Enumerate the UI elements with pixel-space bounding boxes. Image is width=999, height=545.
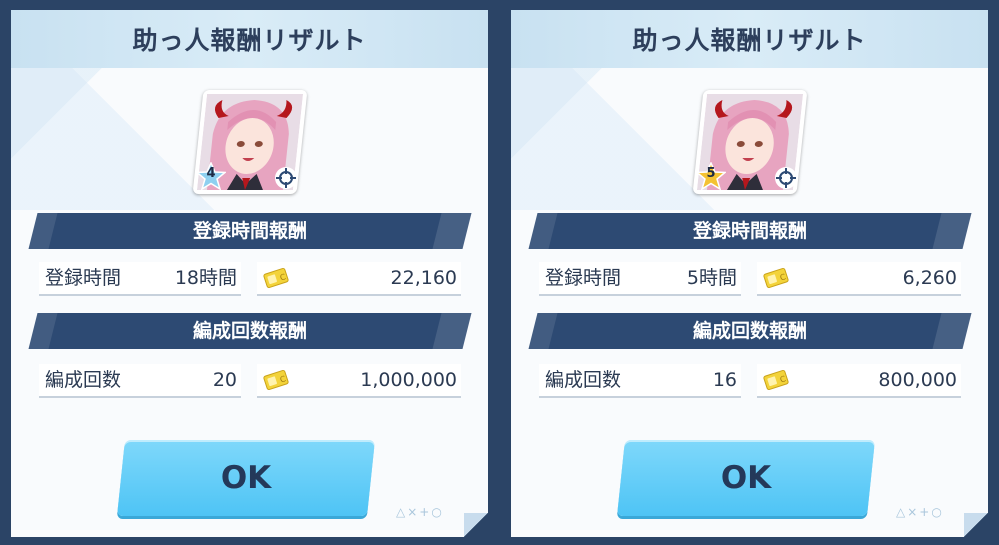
party-reward-amount: 800,000 [878, 369, 957, 391]
controller-button-hints: △×+○ [396, 505, 444, 519]
registration-reward-amount: 6,260 [902, 267, 957, 289]
party-count-label: 編成回数 [545, 369, 622, 391]
party-reward-amount: 1,000,000 [360, 369, 457, 391]
party-count-reward-header: 編成回数報酬 [692, 320, 807, 342]
helper-reward-result-dialog-1: 助っ人報酬リザルト 4 登録時間報酬 登録時間 18時間 C 22,160 編成… [11, 10, 488, 537]
dialog-title-bar: 助っ人報酬リザルト [11, 10, 488, 68]
registration-time-label: 登録時間 [545, 267, 622, 289]
page-curl-corner [964, 513, 988, 537]
coin-ticket-icon: C [263, 369, 289, 391]
party-reward-row: C 800,000 [757, 364, 961, 398]
party-count-reward-header: 編成回数報酬 [192, 320, 307, 342]
rank-value: 5 [706, 166, 716, 181]
registration-time-value: 5時間 [686, 267, 737, 289]
controller-button-hints: △×+○ [896, 505, 944, 519]
registration-reward-row: C 22,160 [257, 262, 461, 296]
party-reward-row: C 1,000,000 [257, 364, 461, 398]
registration-time-reward-header: 登録時間報酬 [692, 220, 807, 242]
party-count-row: 編成回数 16 [539, 364, 741, 398]
registration-time-row: 登録時間 5時間 [539, 262, 741, 296]
dialog-title: 助っ人報酬リザルト [632, 26, 867, 55]
coin-ticket-icon: C [763, 267, 789, 289]
ok-button[interactable] [617, 440, 875, 516]
helper-reward-result-dialog-2: 助っ人報酬リザルト 5 登録時間報酬 登録時間 5時間 C 6,260 編成回数… [511, 10, 988, 537]
target-crosshair-icon[interactable] [774, 166, 798, 190]
ok-button[interactable] [117, 440, 375, 516]
party-count-label: 編成回数 [45, 369, 122, 391]
coin-ticket-icon: C [763, 369, 789, 391]
target-crosshair-icon[interactable] [274, 166, 298, 190]
registration-time-reward-header: 登録時間報酬 [192, 220, 307, 242]
coin-ticket-icon: C [263, 267, 289, 289]
party-count-value: 20 [212, 369, 237, 391]
registration-reward-row: C 6,260 [757, 262, 961, 296]
registration-time-value: 18時間 [174, 267, 237, 289]
helper-character-card[interactable]: 5 [688, 90, 812, 194]
dialog-title: 助っ人報酬リザルト [132, 26, 367, 55]
party-count-row: 編成回数 20 [39, 364, 241, 398]
registration-time-label: 登録時間 [45, 267, 122, 289]
registration-reward-amount: 22,160 [390, 267, 457, 289]
dialog-title-bar: 助っ人報酬リザルト [511, 10, 988, 68]
rank-value: 4 [206, 166, 216, 181]
page-curl-corner [464, 513, 488, 537]
registration-time-row: 登録時間 18時間 [39, 262, 241, 296]
party-count-value: 16 [712, 369, 737, 391]
helper-character-card[interactable]: 4 [188, 90, 312, 194]
